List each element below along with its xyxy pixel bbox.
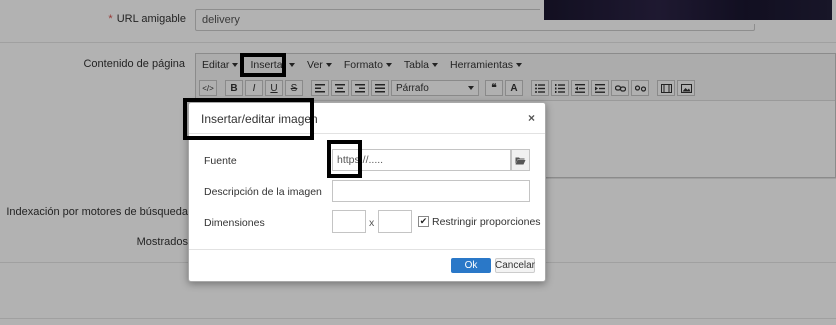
constrain-label: Restringir proporciones — [432, 216, 541, 228]
description-input[interactable] — [332, 180, 530, 202]
dialog-title: Insertar/editar imagen — [201, 112, 318, 126]
dimensions-label: Dimensiones — [204, 217, 265, 229]
cancel-button[interactable]: Cancelar — [495, 258, 535, 273]
checkmark-icon: ✔ — [419, 216, 428, 226]
close-icon[interactable]: × — [528, 111, 535, 125]
source-input[interactable]: https://..... — [332, 149, 511, 171]
constrain-checkbox[interactable]: ✔ — [418, 216, 429, 227]
folder-open-icon — [515, 157, 526, 164]
source-label: Fuente — [204, 155, 237, 167]
ok-button[interactable]: Ok — [451, 258, 491, 273]
height-input[interactable] — [378, 210, 412, 233]
dialog-footer — [189, 249, 545, 283]
dialog-header: Insertar/editar imagen × — [189, 103, 545, 134]
image-dialog: Insertar/editar imagen × Fuente https://… — [188, 102, 546, 282]
dimension-separator: x — [369, 217, 375, 229]
browse-button[interactable] — [511, 149, 530, 171]
description-label: Descripción de la imagen — [204, 186, 322, 198]
width-input[interactable] — [332, 210, 366, 233]
